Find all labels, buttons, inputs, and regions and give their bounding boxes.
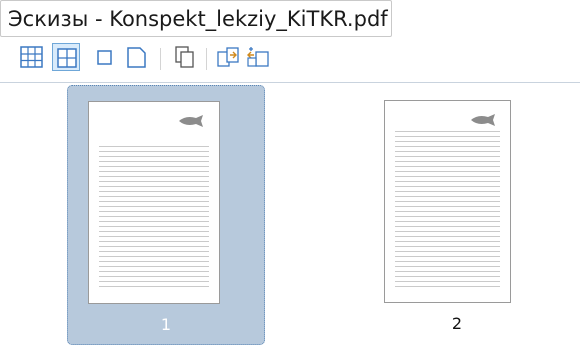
thumbnail-2[interactable]: 2 xyxy=(364,85,562,345)
window-title: Эскизы - Konspekt_lekziy_KiTKR.pdf xyxy=(0,0,392,37)
insert-page-icon xyxy=(247,47,269,67)
grid-small-icon xyxy=(20,46,43,68)
insert-page-button[interactable] xyxy=(244,43,272,71)
thumbnail-toolbar xyxy=(0,38,580,83)
page-large-icon xyxy=(127,47,146,68)
thumbnail-number: 2 xyxy=(451,314,463,333)
page-small-view-button[interactable] xyxy=(90,43,118,71)
page-preview xyxy=(89,102,219,303)
copy-pages-button[interactable] xyxy=(170,43,198,71)
thumbnail-number: 1 xyxy=(160,315,172,334)
toolbar-separator xyxy=(160,48,161,70)
copy-pages-icon xyxy=(175,46,194,68)
page-large-view-button[interactable] xyxy=(122,43,150,71)
extract-page-icon xyxy=(217,47,239,67)
page-text-lines xyxy=(395,131,500,290)
grid-large-icon xyxy=(57,48,77,68)
fish-logo-icon xyxy=(179,115,203,128)
grid-small-view-button[interactable] xyxy=(18,43,46,71)
page-small-icon xyxy=(97,50,112,65)
page-preview xyxy=(385,101,510,302)
title-bar: Эскизы - Konspekt_lekziy_KiTKR.pdf xyxy=(0,0,580,38)
fish-logo-icon xyxy=(470,114,495,127)
grid-large-view-button[interactable] xyxy=(52,43,80,71)
extract-page-button[interactable] xyxy=(214,43,242,71)
toolbar-separator xyxy=(206,48,207,70)
page-text-lines xyxy=(99,146,209,291)
thumbnail-1[interactable]: 1 xyxy=(67,85,265,345)
thumbnail-pane[interactable]: 1 2 xyxy=(0,83,580,350)
